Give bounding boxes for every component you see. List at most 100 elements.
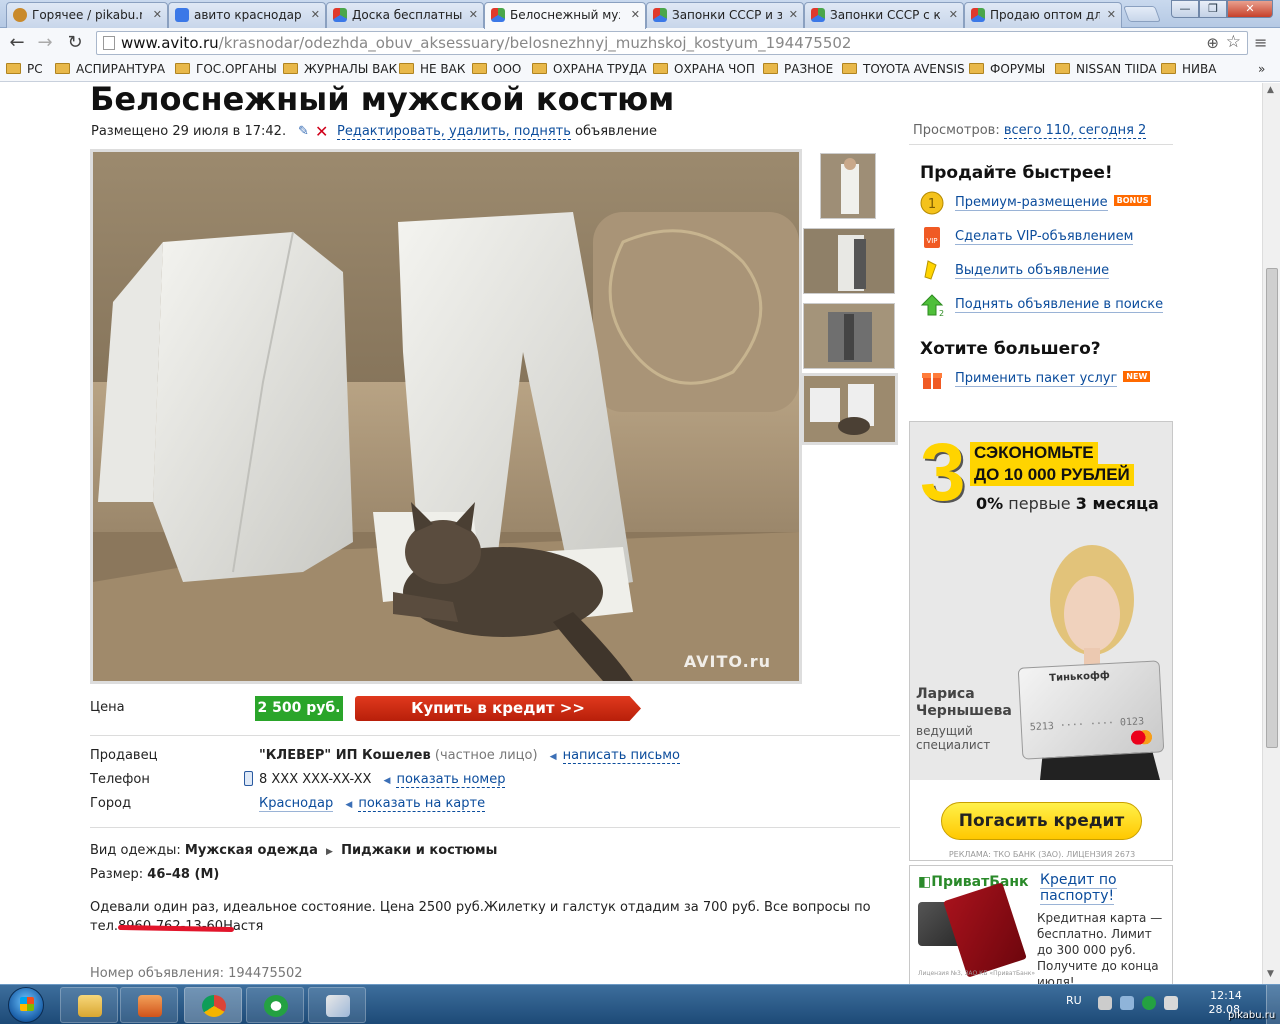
buy-on-credit-button[interactable]: Купить в кредит >> [355,696,641,721]
bookmark-star-icon[interactable]: ☆ [1226,31,1241,53]
bookmark-folder[interactable]: PC [6,62,43,76]
bookmark-folder[interactable]: TOYOTA AVENSIS [842,62,965,76]
close-icon[interactable]: ✕ [631,8,640,21]
photo-thumbnail[interactable] [820,153,876,219]
taskbar-explorer[interactable] [60,987,118,1023]
tab-label: Запонки СССР с ка [830,8,940,22]
bookmark-folder[interactable]: АСПИРАНТУРА [55,62,165,76]
tinkoff-ad-banner[interactable]: 3 СЭКОНОМЬТЕ ДО 10 000 РУБЛЕЙ 0% первые … [909,421,1173,861]
photo-thumbnail-selected[interactable] [801,373,898,445]
close-icon[interactable]: ✕ [153,8,162,21]
vip-icon-text: VIP [926,237,937,245]
bookmark-folder[interactable]: ФОРУМЫ [969,62,1045,76]
tab-pikabu[interactable]: Горячее / pikabu.ru ✕ [6,2,168,28]
service-highlight[interactable]: Выделить объявление [955,263,1110,279]
pay-off-credit-button[interactable]: Погасить кредит [941,802,1142,840]
address-bar[interactable]: www.avito.ru/krasnodar/odezhda_obuv_akse… [96,31,1248,55]
photo-thumbnail[interactable] [803,228,895,294]
reload-button[interactable]: ↻ [64,32,86,54]
minimize-button[interactable]: — [1171,0,1199,18]
bookmarks-overflow-button[interactable]: » [1258,62,1265,76]
views-label: Просмотров: [913,123,1000,138]
tab-cufflinks-2[interactable]: Запонки СССР с ка ✕ [804,2,964,28]
close-icon[interactable]: ✕ [1107,8,1116,21]
ad-headline-1: СЭКОНОМЬТЕ [970,442,1098,464]
taskbar-chrome[interactable] [184,987,242,1023]
tab-avito-board[interactable]: Доска бесплатных ✕ [326,2,484,28]
new-tab-button[interactable] [1123,6,1161,22]
tab-label: авито краснодар - [194,8,304,22]
close-window-button[interactable]: ✕ [1227,0,1273,18]
scroll-up-arrow-icon[interactable]: ▲ [1267,85,1274,95]
mastercard-logo-icon [1130,729,1153,745]
keyboard-language[interactable]: RU [1066,994,1082,1007]
tab-google-search[interactable]: авито краснодар - ✕ [168,2,326,28]
photo-thumbnail[interactable] [803,303,895,369]
bookmark-label: ООО [493,62,522,76]
avito-favicon-icon [971,8,985,22]
write-letter-link[interactable]: написать письмо [562,748,681,764]
back-button[interactable]: ← [6,32,28,54]
bookmark-folder[interactable]: ЖУРНАЛЫ ВАК [283,62,397,76]
tray-arrow-icon[interactable] [1098,996,1112,1010]
bookmark-folder[interactable]: ОХРАНА ТРУДА [532,62,647,76]
privatbank-ad[interactable]: ◧ПриватБанк Кредит по паспорту! Кредитна… [909,865,1173,984]
passport-credit-link[interactable]: Кредит по паспорту! [1040,872,1117,905]
divider [90,735,900,736]
avito-favicon-icon [653,8,667,22]
vip-link[interactable]: Сделать VIP-объявлением [955,229,1134,245]
taskbar-media-player[interactable] [120,987,178,1023]
forward-button[interactable]: → [34,32,56,54]
tray-agent-icon[interactable] [1142,996,1156,1010]
service-premium[interactable]: Премиум-размещение BONUS [955,195,1152,211]
main-photo[interactable]: AVITO.ru [90,149,802,684]
bookmark-folder[interactable]: NISSAN TIIDA [1055,62,1157,76]
pencil-icon[interactable]: ✎ [298,124,309,139]
volume-icon[interactable] [1164,996,1178,1010]
show-map-link[interactable]: показать на карте [358,796,486,812]
tab-wholesale[interactable]: Продаю оптом для ✕ [964,2,1122,28]
show-number-link[interactable]: показать номер [396,772,506,788]
folder-icon [653,63,668,74]
premium-link[interactable]: Премиум-размещение [955,195,1108,211]
close-icon[interactable]: ✕ [949,8,958,21]
bookmark-label: АСПИРАНТУРА [76,62,166,76]
start-button[interactable] [8,987,44,1023]
tab-listing-active[interactable]: Белоснежный муж ✕ [484,2,646,29]
service-vip[interactable]: Сделать VIP-объявлением [955,229,1134,245]
ad-rate-value: 0% [976,494,1004,513]
folder-icon [1161,63,1176,74]
city-link[interactable]: Краснодар [259,796,334,812]
privatbank-logo: ◧ПриватБанк [918,874,1029,890]
scroll-thumb[interactable] [1266,268,1278,748]
seller-label: Продавец [90,748,158,763]
page-scrollbar[interactable]: ▲ ▼ [1262,83,1280,984]
package-link[interactable]: Применить пакет услуг [955,371,1118,387]
service-package[interactable]: Применить пакет услуг NEW [955,371,1151,387]
zoom-icon[interactable]: ⊕ [1206,32,1219,54]
taskbar-icq[interactable] [246,987,304,1023]
edit-listing-link[interactable]: Редактировать, удалить, поднять [337,124,571,140]
views-link[interactable]: всего 110, сегодня 2 [1003,123,1147,139]
bookmark-folder[interactable]: НЕ ВАК [399,62,465,76]
close-icon[interactable]: ✕ [469,8,478,21]
bookmark-folder[interactable]: РАЗНОЕ [763,62,833,76]
tab-cufflinks-1[interactable]: Запонки СССР и за ✕ [646,2,804,28]
folder-icon [399,63,414,74]
raise-link[interactable]: Поднять объявление в поиске [955,297,1164,313]
service-raise[interactable]: Поднять объявление в поиске [955,297,1164,313]
bookmark-folder[interactable]: ООО [472,62,521,76]
clothing-type-label: Вид одежды: [90,843,181,858]
taskbar-paint[interactable] [308,987,366,1023]
close-icon[interactable]: ✕ [311,8,320,21]
wrench-icon[interactable]: ≡ [1254,33,1267,52]
close-icon[interactable]: ✕ [789,8,798,21]
maximize-button[interactable]: ❐ [1199,0,1227,18]
delete-icon[interactable]: ✕ [315,122,328,141]
bookmark-folder[interactable]: ГОС.ОРГАНЫ [175,62,277,76]
bookmark-folder[interactable]: НИВА [1161,62,1216,76]
scroll-down-arrow-icon[interactable]: ▼ [1267,969,1274,979]
network-icon[interactable] [1120,996,1134,1010]
bookmark-folder[interactable]: ОХРАНА ЧОП [653,62,755,76]
highlight-link[interactable]: Выделить объявление [955,263,1110,279]
